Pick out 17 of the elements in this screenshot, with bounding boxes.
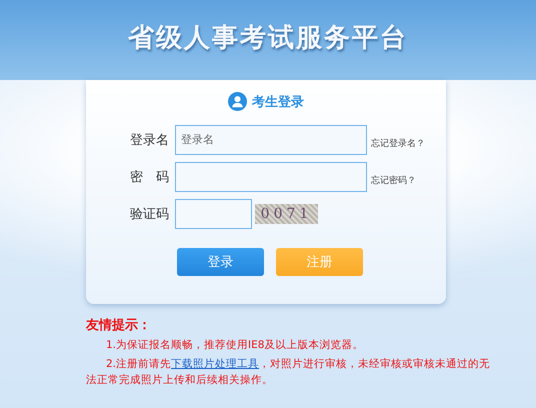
login-button[interactable]: 登录 [177,248,264,276]
forgot-link[interactable]: 忘记密码？ [371,174,416,186]
captcha-image[interactable]: 0071 [255,204,318,224]
tips-title: 友情提示： [86,317,152,334]
user-icon [228,92,247,111]
captcha-input[interactable] [175,199,252,229]
download-link[interactable]: 下载照片处理工具 [171,358,260,370]
field-label: 验证码 [130,206,170,223]
field-label: 密 码 [130,169,170,186]
tip-text: 1.为保证报名顺畅，推荐使用IE8及以上版本浏览器。 [105,338,364,353]
password-input[interactable] [175,162,367,192]
username-input[interactable]: 登录名 [175,125,367,155]
field-label: 登录名 [130,132,170,149]
tip-text: 2.注册前请先下载照片处理工具，对照片进行审核，未经审核或审核未通过的无法正常完成照片上传和后续相关操作。 [86,357,492,388]
forgot-link[interactable]: 忘记登录名？ [371,136,425,150]
login-title: 考生登录 [252,94,304,110]
site-title: 省级人事考试服务平台 [128,22,408,54]
